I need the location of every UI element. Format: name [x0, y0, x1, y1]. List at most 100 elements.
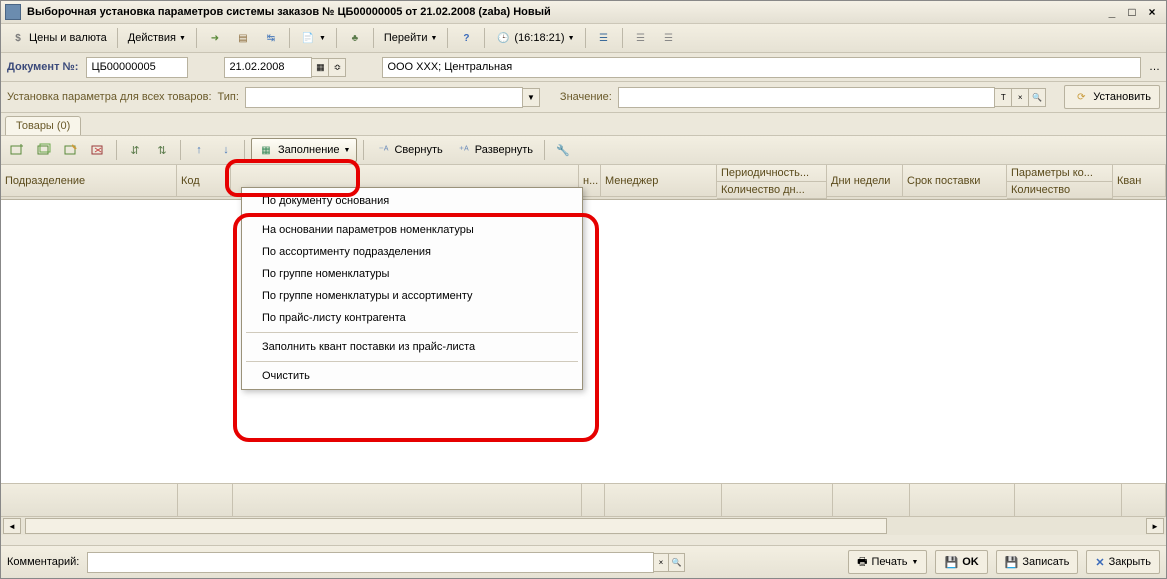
save-button[interactable]: 💾 Записать	[996, 550, 1079, 574]
close-icon: ✕	[1095, 556, 1104, 569]
clock-button[interactable]: 🕒 (16:18:21) ▼	[490, 26, 579, 50]
col-kod[interactable]: Код	[177, 165, 231, 197]
tree-button-1[interactable]: ⇵	[123, 138, 147, 162]
doc-num-label: Документ №:	[7, 61, 78, 73]
actions-button[interactable]: Действия ▼	[123, 26, 191, 50]
arrow-right-icon: ➜	[207, 30, 223, 46]
tab-products[interactable]: Товары (0)	[5, 116, 81, 135]
install-label: Установить	[1093, 91, 1151, 103]
menu-item-by-pricelist[interactable]: По прайс-листу контрагента	[242, 307, 582, 329]
menu-item-by-doc[interactable]: По документу основания	[242, 190, 582, 212]
search-icon[interactable]: 🔍	[669, 553, 685, 572]
clear-button[interactable]: ×	[654, 553, 670, 572]
chevron-down-icon: ▼	[319, 35, 326, 42]
settings-button[interactable]: 🔧	[551, 138, 575, 162]
save-icon: 💾	[944, 556, 958, 569]
sub-toolbar: ⇵ ⇅ ↑ ↓ ▦ Заполнение ▼ ⁻ᴬ Свернуть ⁺ᴬ Ра…	[1, 135, 1166, 165]
go-label: Перейти	[384, 32, 428, 44]
grid-footer	[1, 483, 1166, 516]
col-param2: Количество	[1007, 182, 1112, 198]
ok-button[interactable]: 💾 OK	[935, 550, 987, 574]
scroll-left-icon[interactable]: ◄	[3, 518, 21, 534]
ellipsis-button[interactable]: …	[1149, 61, 1160, 73]
comment-input[interactable]	[87, 552, 653, 573]
menu-item-by-group[interactable]: По группе номенклатуры	[242, 263, 582, 285]
chevron-down-icon: ▼	[912, 559, 919, 566]
col-kvant[interactable]: Кван	[1113, 165, 1166, 197]
bottom-bar: Комментарий: × 🔍 🖶 Печать ▼ 💾 OK 💾 Запис…	[1, 545, 1166, 578]
select-button[interactable]: 🔍	[1029, 88, 1046, 107]
move-down-button[interactable]: ↓	[214, 138, 238, 162]
post-close-button[interactable]: ▤	[230, 26, 256, 50]
printer-icon: 🖶	[857, 553, 867, 572]
menu-item-by-params[interactable]: На основании параметров номенклатуры	[242, 219, 582, 241]
chevron-down-icon[interactable]: ▼	[523, 88, 540, 107]
refresh-icon: ⟳	[1073, 89, 1089, 105]
help-button[interactable]: ?	[453, 26, 479, 50]
maximize-button[interactable]: □	[1122, 5, 1142, 19]
col-pod[interactable]: Подразделение	[1, 165, 177, 197]
org-input[interactable]	[382, 57, 1141, 78]
scroll-thumb[interactable]	[25, 518, 887, 534]
structure-button[interactable]: ♣	[342, 26, 368, 50]
col-param[interactable]: Параметры ко... Количество	[1007, 165, 1113, 199]
param-install-label: Установка параметра для всех товаров:	[7, 91, 212, 103]
save-icon: 💾	[1005, 556, 1019, 569]
movements-button[interactable]: ↹	[258, 26, 284, 50]
db-button-2[interactable]: ☰	[628, 26, 654, 50]
horizontal-scrollbar[interactable]: ◄ ►	[1, 516, 1166, 535]
menu-item-by-assort[interactable]: По ассортименту подразделения	[242, 241, 582, 263]
doc-date-input[interactable]	[224, 57, 312, 78]
close-button[interactable]: ✕ Закрыть	[1086, 550, 1160, 574]
clear-button[interactable]: ×	[1012, 88, 1029, 107]
date-spinner[interactable]: ≎	[329, 58, 346, 77]
chevron-down-icon: ▼	[179, 35, 186, 42]
type-combo[interactable]	[245, 87, 523, 108]
menu-item-by-group-assort[interactable]: По группе номенклатуры и ассортименту	[242, 285, 582, 307]
install-button[interactable]: ⟳ Установить	[1064, 85, 1160, 109]
copy-row-button[interactable]	[32, 138, 56, 162]
col-manager[interactable]: Менеджер	[601, 165, 717, 197]
delete-row-button[interactable]	[86, 138, 110, 162]
collapse-button[interactable]: ⁻ᴬ Свернуть	[370, 138, 447, 162]
list-icon: ☰	[633, 30, 649, 46]
tree-button-2[interactable]: ⇅	[150, 138, 174, 162]
edit-row-button[interactable]	[59, 138, 83, 162]
col-period1: Периодичность...	[717, 165, 826, 182]
fill-button[interactable]: ▦ Заполнение ▼	[251, 138, 357, 162]
scroll-right-icon[interactable]: ►	[1146, 518, 1164, 534]
move-up-button[interactable]: ↑	[187, 138, 211, 162]
col-period2: Количество дн...	[717, 182, 826, 198]
grid-header: Подразделение Код н... Менеджер Периодич…	[1, 165, 1166, 200]
tree-icon: ♣	[347, 30, 363, 46]
comment-label: Комментарий:	[7, 556, 79, 568]
scroll-icon: ▤	[235, 30, 251, 46]
go-button[interactable]: Перейти ▼	[379, 26, 443, 50]
grid-body[interactable]	[1, 200, 1166, 483]
doc-num-input[interactable]	[86, 57, 188, 78]
title-bar: Выборочная установка параметров системы …	[1, 1, 1166, 24]
calendar-icon[interactable]: ▦	[312, 58, 329, 77]
post-button[interactable]: ➜	[202, 26, 228, 50]
value-input[interactable]	[618, 87, 996, 108]
col-days[interactable]: Дни недели	[827, 165, 903, 197]
close-button[interactable]: ×	[1142, 5, 1162, 19]
fill-dropdown: По документу основания На основании пара…	[241, 187, 583, 390]
help-icon: ?	[458, 30, 474, 46]
menu-item-fill-quant[interactable]: Заполнить квант поставки из прайс-листа	[242, 336, 582, 358]
print-button[interactable]: 🖶 Печать ▼	[848, 550, 927, 574]
db-button-1[interactable]: ☰	[591, 26, 617, 50]
collapse-label: Свернуть	[394, 144, 442, 156]
app-icon	[5, 4, 21, 20]
ok-label: OK	[962, 556, 979, 568]
menu-item-clear[interactable]: Очистить	[242, 365, 582, 387]
minimize-button[interactable]: _	[1102, 5, 1122, 19]
col-srok[interactable]: Срок поставки	[903, 165, 1007, 197]
t-button[interactable]: T	[995, 88, 1012, 107]
expand-button[interactable]: ⁺ᴬ Развернуть	[451, 138, 538, 162]
prices-button[interactable]: $ Цены и валюта	[5, 26, 112, 50]
based-on-button[interactable]: 📄▼	[295, 26, 331, 50]
db-button-3[interactable]: ☰	[656, 26, 682, 50]
col-period[interactable]: Периодичность... Количество дн...	[717, 165, 827, 199]
add-row-button[interactable]	[5, 138, 29, 162]
